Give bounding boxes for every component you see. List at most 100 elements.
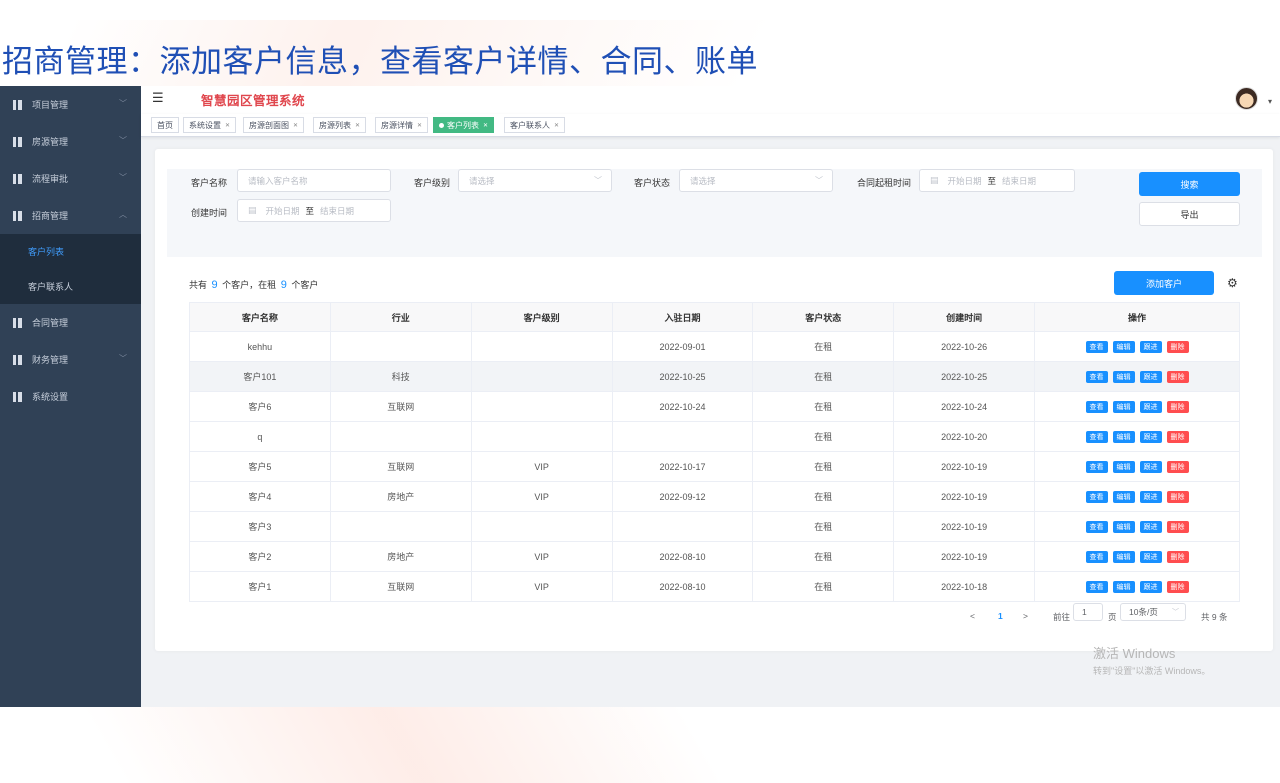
customer-name-field[interactable]: [237, 169, 391, 192]
cell-actions: 查看 编辑 跟进 删除: [1034, 391, 1240, 422]
tab-tag[interactable]: 房源剖面图 ✕: [243, 117, 305, 133]
cell-created: 2022-10-19: [893, 481, 1036, 512]
chevron-up-icon: ︿: [119, 210, 127, 219]
sidebar-subitem[interactable]: 客户列表: [0, 234, 141, 269]
customer-status-select[interactable]: 请选择 ﹀: [679, 169, 833, 192]
view-button[interactable]: 查看: [1085, 400, 1108, 413]
tab-tag[interactable]: 房源列表 ✕: [313, 117, 367, 133]
close-icon[interactable]: ✕: [225, 122, 230, 129]
follow-up-button[interactable]: 跟进: [1139, 400, 1162, 413]
table-row[interactable]: 客户3 在租 2022-10-19 查看 编辑 跟进 删除: [189, 511, 1240, 542]
delete-button[interactable]: 删除: [1166, 550, 1189, 563]
delete-button[interactable]: 删除: [1166, 370, 1189, 383]
edit-button[interactable]: 编辑: [1112, 580, 1135, 593]
contract-time-range[interactable]: ▤ 开始日期 至 结束日期: [919, 169, 1075, 192]
sidebar-item[interactable]: 合同管理: [0, 304, 141, 341]
next-page-button[interactable]: >: [1023, 611, 1028, 621]
cell-industry: [329, 421, 472, 452]
delete-button[interactable]: 删除: [1166, 520, 1189, 533]
sidebar: 项目管理 ﹀ 房源管理 ﹀ 流程审批 ﹀ 招商管理 ︿ 客户列表 客户联系人 合同管理 财务管理 ﹀ 系统…: [0, 86, 141, 707]
view-button[interactable]: 查看: [1085, 580, 1108, 593]
view-button[interactable]: 查看: [1085, 340, 1108, 353]
slide-title: 招商管理：添加客户信息，查看客户详情、合同、账单: [2, 44, 758, 80]
follow-up-button[interactable]: 跟进: [1139, 550, 1162, 563]
edit-button[interactable]: 编辑: [1112, 340, 1135, 353]
delete-button[interactable]: 删除: [1166, 460, 1189, 473]
table-row[interactable]: 客户2 房地产 VIP 2022-08-10 在租 2022-10-19 查看 编辑 跟进 删除: [189, 541, 1240, 572]
edit-button[interactable]: 编辑: [1112, 490, 1135, 503]
tab-tag[interactable]: 房源详情 ✕: [375, 117, 429, 133]
delete-button[interactable]: 删除: [1166, 580, 1189, 593]
view-button[interactable]: 查看: [1085, 460, 1108, 473]
cell-name: q: [189, 421, 331, 452]
follow-up-button[interactable]: 跟进: [1139, 490, 1162, 503]
follow-up-button[interactable]: 跟进: [1139, 520, 1162, 533]
prev-page-button[interactable]: <: [970, 611, 975, 621]
system-title: 智慧园区管理系统: [201, 94, 306, 108]
follow-up-button[interactable]: 跟进: [1139, 580, 1162, 593]
close-icon[interactable]: ✕: [355, 122, 360, 129]
edit-button[interactable]: 编辑: [1112, 460, 1135, 473]
view-button[interactable]: 查看: [1085, 520, 1108, 533]
tab-tag[interactable]: 客户列表 ✕: [433, 117, 495, 133]
table-row[interactable]: 客户4 房地产 VIP 2022-09-12 在租 2022-10-19 查看 编辑 跟进 删除: [189, 481, 1240, 512]
sidebar-item[interactable]: 项目管理 ﹀: [0, 86, 141, 123]
avatar[interactable]: [1235, 87, 1258, 110]
table-row[interactable]: 客户6 互联网 2022-10-24 在租 2022-10-24 查看 编辑 跟进 删除: [189, 391, 1240, 422]
follow-up-button[interactable]: 跟进: [1139, 370, 1162, 383]
table-row[interactable]: q 在租 2022-10-20 查看 编辑 跟进 删除: [189, 421, 1240, 452]
table-row[interactable]: 客户5 互联网 VIP 2022-10-17 在租 2022-10-19 查看 编辑 跟进 删除: [189, 451, 1240, 482]
follow-up-button[interactable]: 跟进: [1139, 460, 1162, 473]
delete-button[interactable]: 删除: [1166, 340, 1189, 353]
page-size-select[interactable]: 10条/页 ﹀: [1120, 603, 1186, 621]
sidebar-item[interactable]: 系统设置: [0, 378, 141, 415]
range-start-placeholder: 开始日期: [265, 205, 300, 216]
edit-button[interactable]: 编辑: [1112, 370, 1135, 383]
edit-button[interactable]: 编辑: [1112, 430, 1135, 443]
view-button[interactable]: 查看: [1085, 550, 1108, 563]
edit-button[interactable]: 编辑: [1112, 400, 1135, 413]
table-row[interactable]: 客户1 互联网 VIP 2022-08-10 在租 2022-10-18 查看 编辑 跟进 删除: [189, 571, 1240, 602]
chevron-down-icon[interactable]: ▾: [1268, 97, 1272, 106]
sidebar-item[interactable]: 招商管理 ︿: [0, 197, 141, 234]
total-count: 共 9 条: [1201, 612, 1228, 622]
customer-name-input[interactable]: [248, 175, 390, 186]
delete-button[interactable]: 删除: [1166, 490, 1189, 503]
tag-label: 首页: [157, 120, 173, 130]
hamburger-icon[interactable]: ☰: [152, 90, 164, 106]
cell-name: 客户6: [189, 391, 331, 422]
goto-page-input[interactable]: 1: [1073, 603, 1103, 621]
menu-icon: [13, 391, 22, 402]
cell-status: 在租: [752, 511, 895, 542]
search-button[interactable]: 搜索: [1139, 172, 1240, 196]
add-customer-button[interactable]: 添加客户: [1114, 271, 1214, 295]
follow-up-button[interactable]: 跟进: [1139, 340, 1162, 353]
follow-up-button[interactable]: 跟进: [1139, 430, 1162, 443]
view-button[interactable]: 查看: [1085, 430, 1108, 443]
close-icon[interactable]: ✕: [483, 122, 488, 129]
sidebar-item[interactable]: 房源管理 ﹀: [0, 123, 141, 160]
close-icon[interactable]: ✕: [293, 122, 298, 129]
table-row[interactable]: 客户101 科技 2022-10-25 在租 2022-10-25 查看 编辑 跟进 删除: [189, 361, 1240, 392]
tab-tag[interactable]: 系统设置 ✕: [183, 117, 237, 133]
created-time-range[interactable]: ▤ 开始日期 至 结束日期: [237, 199, 391, 222]
edit-button[interactable]: 编辑: [1112, 550, 1135, 563]
view-button[interactable]: 查看: [1085, 370, 1108, 383]
delete-button[interactable]: 删除: [1166, 430, 1189, 443]
customer-level-select[interactable]: 请选择 ﹀: [458, 169, 612, 192]
tab-tag[interactable]: 首页: [151, 117, 179, 133]
sidebar-subitem[interactable]: 客户联系人: [0, 269, 141, 304]
current-page[interactable]: 1: [998, 611, 1003, 621]
view-button[interactable]: 查看: [1085, 490, 1108, 503]
sidebar-item[interactable]: 流程审批 ﹀: [0, 160, 141, 197]
gear-icon[interactable]: ⚙: [1227, 276, 1238, 290]
chevron-down-icon: ﹀: [119, 136, 127, 145]
sidebar-item[interactable]: 财务管理 ﹀: [0, 341, 141, 378]
table-row[interactable]: kehhu 2022-09-01 在租 2022-10-26 查看 编辑 跟进 删除: [189, 331, 1240, 362]
delete-button[interactable]: 删除: [1166, 400, 1189, 413]
export-button[interactable]: 导出: [1139, 202, 1240, 226]
close-icon[interactable]: ✕: [417, 122, 422, 129]
edit-button[interactable]: 编辑: [1112, 520, 1135, 533]
close-icon[interactable]: ✕: [554, 122, 559, 129]
tab-tag[interactable]: 客户联系人 ✕: [504, 117, 566, 133]
